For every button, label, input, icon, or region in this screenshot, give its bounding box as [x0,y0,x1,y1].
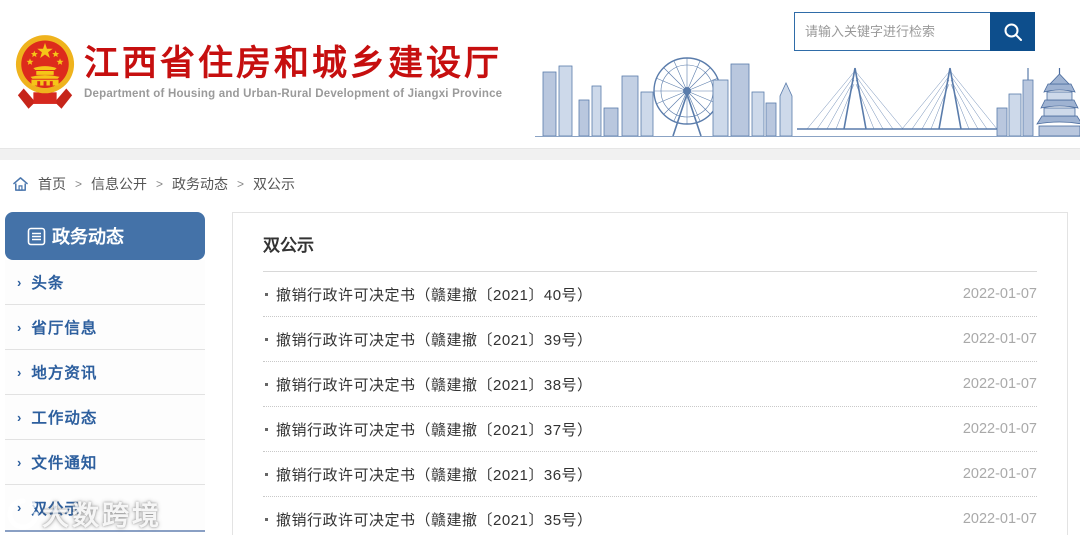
breadcrumb: 首页 > 信息公开 > 政务动态 > 双公示 [0,160,1080,206]
chevron-right-icon: › [17,454,22,470]
header-divider-band [0,148,1080,160]
breadcrumb-item-dual-publicity[interactable]: 双公示 [253,174,295,194]
news-link[interactable]: 撤销行政许可决定书（赣建撤〔2021〕35号） [276,509,593,530]
city-skyline-illustration [535,57,1080,137]
breadcrumb-item-info-disclosure[interactable]: 信息公开 [91,174,147,194]
content-panel: 双公示 撤销行政许可决定书（赣建撤〔2021〕40号） 2022-01-07 撤… [232,212,1068,535]
chevron-right-icon: › [17,274,22,290]
site-title: 江西省住房和城乡建设厅 [84,43,503,83]
news-date: 2022-01-07 [962,286,1037,302]
bullet-icon [265,517,268,521]
home-icon[interactable] [12,176,29,192]
list-item: 撤销行政许可决定书（赣建撤〔2021〕36号） 2022-01-07 [263,452,1037,497]
breadcrumb-separator: > [156,177,164,191]
breadcrumb-item-gov-news[interactable]: 政务动态 [172,174,228,194]
sidebar-item-dual-publicity[interactable]: › 双公示 [5,485,205,530]
news-link[interactable]: 撤销行政许可决定书（赣建撤〔2021〕39号） [276,329,593,350]
list-item: 撤销行政许可决定书（赣建撤〔2021〕40号） 2022-01-07 [263,272,1037,317]
search-icon [1004,23,1022,41]
news-date: 2022-01-07 [962,421,1037,437]
news-date: 2022-01-07 [962,466,1037,482]
sidebar-item-work-updates[interactable]: › 工作动态 [5,395,205,440]
sidebar-item-documents-notices[interactable]: › 文件通知 [5,440,205,485]
bullet-icon [265,292,268,296]
bullet-icon [265,427,268,431]
news-link[interactable]: 撤销行政许可决定书（赣建撤〔2021〕36号） [276,464,593,485]
page: 江西省住房和城乡建设厅 Department of Housing and Ur… [0,0,1080,535]
page-title: 双公示 [263,231,1037,272]
list-icon [27,227,46,245]
main-area: 政务动态 › 头条 › 省厅信息 › 地方资讯 › 工作动态 › 文件通知 › … [0,206,1080,535]
breadcrumb-item-home[interactable]: 首页 [38,174,66,194]
sidebar-header-label: 政务动态 [52,227,124,247]
news-link[interactable]: 撤销行政许可决定书（赣建撤〔2021〕38号） [276,374,593,395]
chevron-right-icon: › [17,500,22,515]
site-logo-link[interactable]: 江西省住房和城乡建设厅 Department of Housing and Ur… [14,30,502,112]
chevron-right-icon: › [17,364,22,380]
sidebar-item-local-news[interactable]: › 地方资讯 [5,350,205,395]
breadcrumb-separator: > [75,177,83,191]
bullet-icon [265,472,268,476]
news-link[interactable]: 撤销行政许可决定书（赣建撤〔2021〕40号） [276,284,593,305]
news-date: 2022-01-07 [962,331,1037,347]
sidebar-header-gov-news[interactable]: 政务动态 [5,212,205,260]
chevron-right-icon: › [17,319,22,335]
news-link[interactable]: 撤销行政许可决定书（赣建撤〔2021〕37号） [276,419,593,440]
list-item: 撤销行政许可决定书（赣建撤〔2021〕35号） 2022-01-07 [263,497,1037,535]
breadcrumb-separator: > [237,177,245,191]
news-date: 2022-01-07 [962,511,1037,527]
chevron-right-icon: › [17,409,22,425]
list-item: 撤销行政许可决定书（赣建撤〔2021〕39号） 2022-01-07 [263,317,1037,362]
sidebar-item-headlines[interactable]: › 头条 [5,260,205,305]
bullet-icon [265,337,268,341]
bullet-icon [265,382,268,386]
sidebar: 政务动态 › 头条 › 省厅信息 › 地方资讯 › 工作动态 › 文件通知 › … [5,212,205,532]
site-subtitle-english: Department of Housing and Urban-Rural De… [84,87,503,100]
site-header: 江西省住房和城乡建设厅 Department of Housing and Ur… [0,0,1080,148]
china-national-emblem-icon [15,35,75,109]
brand-text: 江西省住房和城乡建设厅 Department of Housing and Ur… [84,43,502,100]
list-item: 撤销行政许可决定书（赣建撤〔2021〕38号） 2022-01-07 [263,362,1037,407]
sidebar-item-department-info[interactable]: › 省厅信息 [5,305,205,350]
news-date: 2022-01-07 [962,376,1037,392]
list-item: 撤销行政许可决定书（赣建撤〔2021〕37号） 2022-01-07 [263,407,1037,452]
